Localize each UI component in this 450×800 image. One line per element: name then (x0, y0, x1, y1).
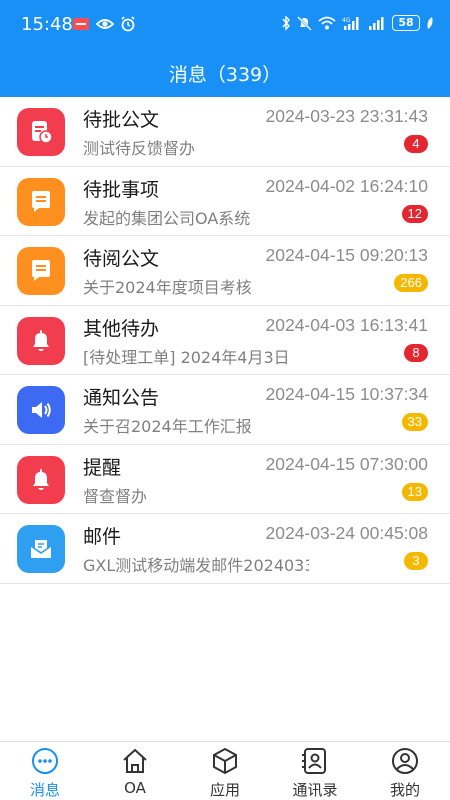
tab-oa[interactable]: OA (90, 742, 180, 800)
mute-bell-icon (297, 16, 312, 31)
document-clock-icon (17, 108, 65, 156)
item-subtitle: 关于2024年度项目考核 (83, 278, 252, 297)
list-item[interactable]: 待批公文 2024-03-23 23:31:43 测试待反馈督办 4 (0, 97, 450, 167)
item-time: 2024-04-15 10:37:34 (265, 384, 429, 404)
contacts-icon (302, 748, 326, 774)
unread-badge: 266 (394, 274, 428, 292)
profile-icon (392, 748, 418, 774)
alarm-icon (121, 16, 135, 32)
tab-apps[interactable]: 应用 (180, 742, 270, 800)
list-item[interactable]: 其他待办 2024-04-03 16:13:41 [待处理工单] 2024年4月… (0, 306, 450, 375)
wifi-icon (318, 16, 336, 30)
unread-badge: 12 (401, 204, 428, 223)
unread-badge: 13 (401, 482, 428, 501)
signal-4g-icon: 4G (342, 17, 359, 30)
cube-icon (213, 747, 237, 775)
item-time: 2024-04-15 09:20:13 (265, 245, 429, 265)
memo-icon (17, 177, 65, 226)
status-time: 15:48 (21, 14, 73, 35)
bluetooth-icon (282, 15, 290, 31)
tab-contacts[interactable]: 通讯录 (270, 742, 360, 800)
item-time: 2024-04-02 16:24:10 (265, 175, 429, 196)
item-subtitle: 发起的集团公司OA系统 (83, 208, 251, 228)
signal-icon (369, 17, 384, 30)
tab-label: 应用 (209, 781, 240, 799)
item-title: 提醒 (83, 456, 122, 479)
item-subtitle: [待处理工单] 2024年4月3日 (83, 347, 290, 367)
home-icon (123, 748, 147, 773)
item-title: 待批公文 (83, 109, 160, 131)
notification-badge-icon (73, 18, 89, 30)
tab-label: 通讯录 (292, 781, 338, 799)
bell-icon (17, 316, 65, 365)
tab-label: 我的 (389, 781, 420, 799)
item-title: 待批事项 (83, 178, 160, 201)
item-time: 2024-04-03 16:13:41 (265, 314, 429, 335)
memo-icon (17, 247, 65, 295)
battery-level: 58 (392, 15, 420, 31)
list-item[interactable]: 通知公告 2024-04-15 10:37:34 关于召2024年工作汇报 33 (0, 375, 450, 445)
unread-badge: 4 (404, 135, 428, 153)
list-item[interactable]: 待阅公文 2024-04-15 09:20:13 关于2024年度项目考核 26… (0, 236, 450, 306)
charging-leaf-icon (427, 17, 433, 29)
item-time: 2024-04-15 07:30:00 (265, 453, 429, 474)
unread-badge: 33 (401, 413, 428, 431)
item-title: 待阅公文 (83, 248, 160, 270)
tab-profile[interactable]: 我的 (360, 742, 450, 800)
item-title: 其他待办 (83, 317, 160, 340)
item-subtitle: 测试待反馈督办 (83, 139, 196, 158)
message-list: 待批公文 2024-03-23 23:31:43 测试待反馈督办 4 待批事项 … (0, 97, 450, 584)
list-item[interactable]: 待批事项 2024-04-02 16:24:10 发起的集团公司OA系统 12 (0, 167, 450, 236)
eye-icon (96, 19, 114, 29)
tab-label: 消息 (29, 781, 60, 799)
bell-icon (17, 455, 65, 504)
list-item[interactable]: 提醒 2024-04-15 07:30:00 督查督办 13 (0, 445, 450, 514)
item-subtitle: 督查督办 (83, 486, 148, 506)
page-title: 消息（339） (168, 64, 282, 86)
item-title: 邮件 (83, 526, 122, 548)
item-title: 通知公告 (83, 387, 160, 409)
unread-badge: 3 (404, 552, 428, 570)
svg-text:4G: 4G (342, 17, 351, 24)
tab-label: OA (124, 779, 146, 797)
tab-messages[interactable]: 消息 (0, 742, 90, 800)
item-time: 2024-03-24 00:45:08 (265, 523, 429, 543)
speaker-icon (17, 386, 65, 434)
item-time: 2024-03-23 23:31:43 (265, 106, 429, 126)
bottom-tab-bar: 消息 OA 应用 通讯录 我的 (0, 741, 450, 800)
status-bar: 15:48 4G 58 (0, 0, 450, 50)
item-subtitle: GXL测试移动端发邮件202403342 (83, 556, 309, 575)
unread-badge: 8 (404, 343, 428, 362)
header: 15:48 4G 58 消息（339） (0, 0, 450, 97)
list-item[interactable]: 邮件 2024-03-24 00:45:08 GXL测试移动端发邮件202403… (0, 514, 450, 584)
mail-icon (17, 525, 65, 573)
item-subtitle: 关于召2024年工作汇报 (83, 417, 252, 436)
chat-bubble-icon (32, 748, 58, 774)
